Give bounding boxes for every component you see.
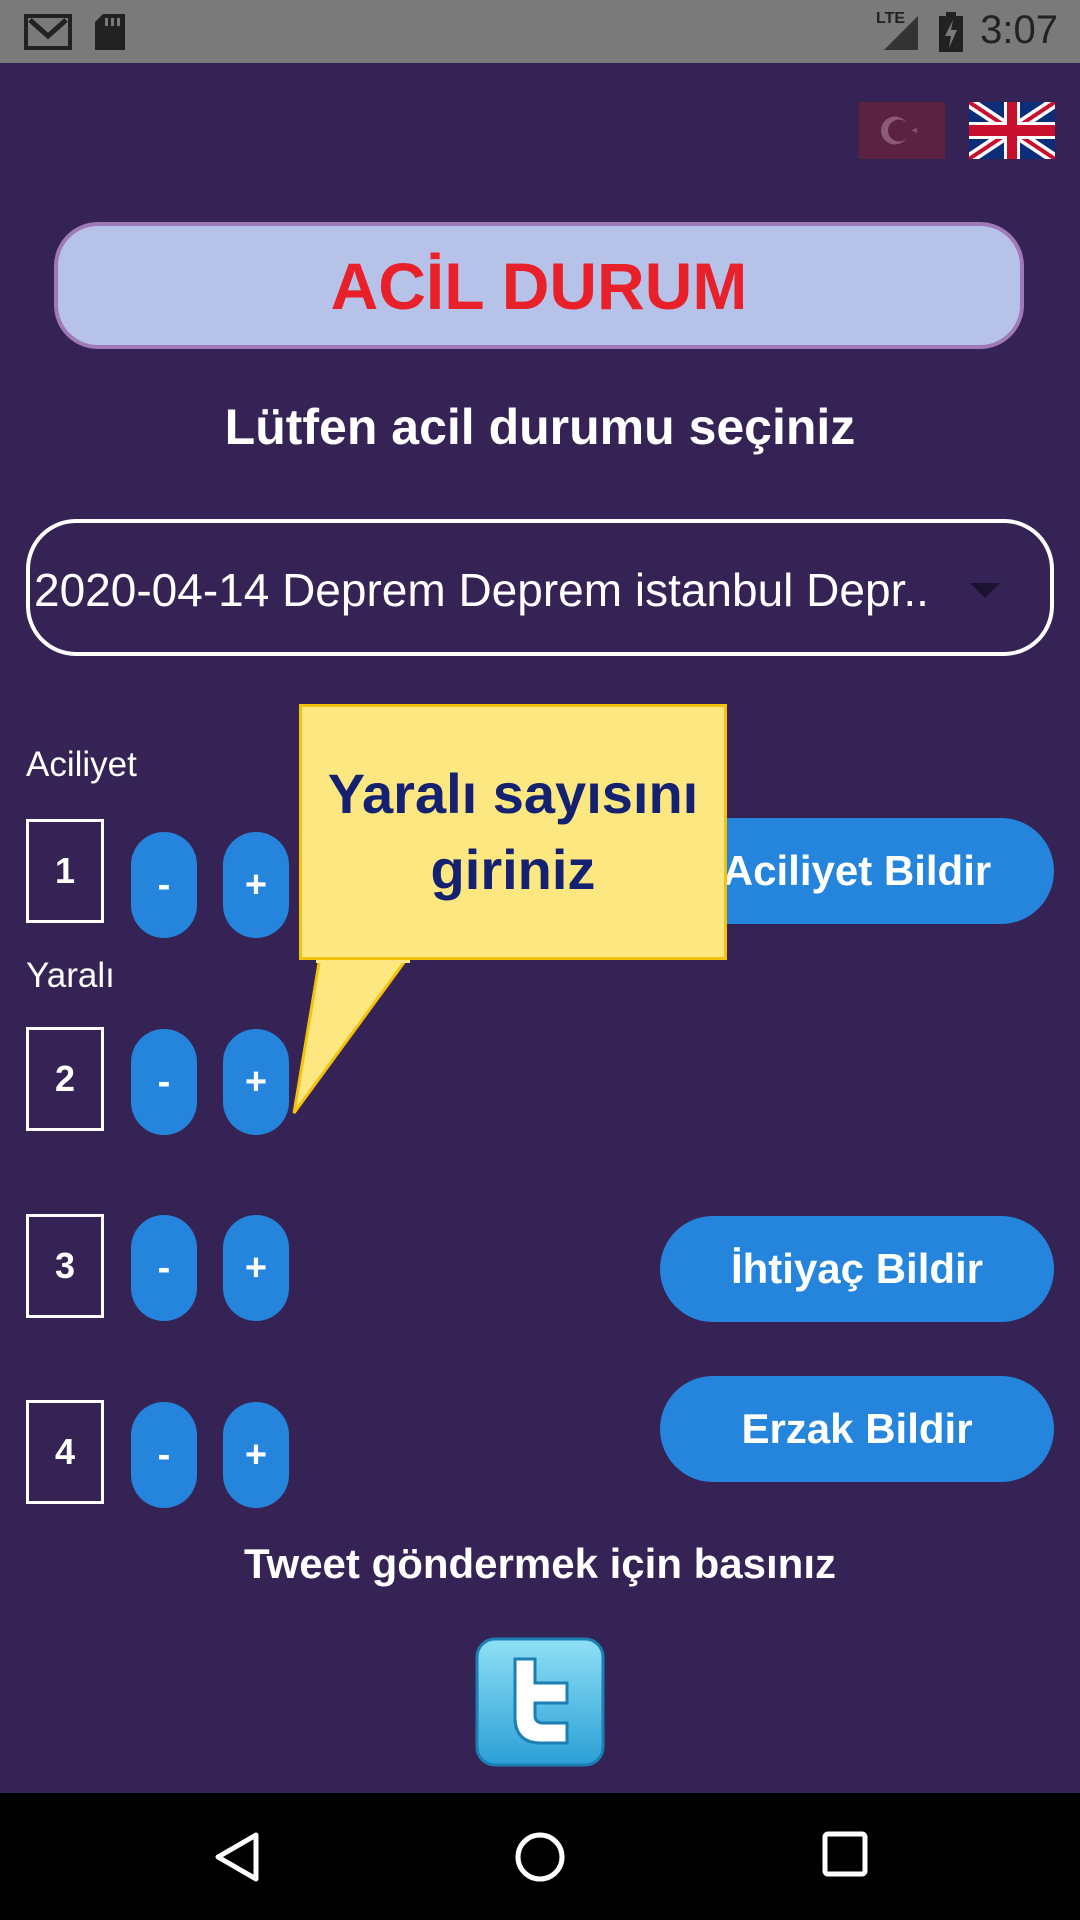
erzak-value[interactable]: 4 — [26, 1400, 104, 1504]
chevron-down-icon — [970, 583, 1000, 598]
home-icon[interactable] — [514, 1831, 566, 1883]
header-title: ACİL DURUM — [330, 248, 748, 323]
recents-icon[interactable] — [822, 1831, 868, 1877]
battery-icon — [939, 12, 963, 52]
erzak-report-button[interactable]: Erzak Bildir — [660, 1376, 1054, 1482]
tooltip-pointer — [292, 957, 410, 1114]
back-icon[interactable] — [212, 1831, 260, 1883]
injured-count-tooltip: Yaralı sayısını giriniz — [299, 704, 727, 960]
sd-card-icon — [95, 14, 125, 50]
signal-icon — [884, 16, 918, 50]
aciliyet-value[interactable]: 1 — [26, 819, 104, 923]
dropdown-selected-value: 2020-04-14 Deprem Deprem istanbul Depr.. — [34, 564, 929, 616]
ihtiyac-plus-button[interactable]: + — [223, 1215, 289, 1321]
yarali-plus-button[interactable]: + — [223, 1029, 289, 1135]
erzak-plus-button[interactable]: + — [223, 1402, 289, 1508]
aciliyet-plus-button[interactable]: + — [223, 832, 289, 938]
ihtiyac-report-button[interactable]: İhtiyaç Bildir — [660, 1216, 1054, 1322]
ihtiyac-minus-button[interactable]: - — [131, 1215, 197, 1321]
yarali-minus-button[interactable]: - — [131, 1029, 197, 1135]
aciliyet-label: Aciliyet — [26, 745, 137, 784]
main-content: ACİL DURUM Lütfen acil durumu seçiniz 20… — [0, 63, 1080, 1793]
uk-flag-icon[interactable] — [965, 97, 1059, 164]
tooltip-line2: giriniz — [430, 838, 596, 901]
emergency-header: ACİL DURUM — [54, 222, 1024, 349]
status-bar: LTE 3:07 — [0, 0, 1080, 63]
clock: 3:07 — [980, 8, 1058, 52]
twitter-icon[interactable] — [475, 1637, 605, 1767]
yarali-value[interactable]: 2 — [26, 1027, 104, 1131]
aciliyet-minus-button[interactable]: - — [131, 832, 197, 938]
tooltip-line1: Yaralı sayısını — [327, 762, 699, 825]
ihtiyac-value[interactable]: 3 — [26, 1214, 104, 1318]
gmail-icon — [24, 14, 72, 50]
emergency-dropdown[interactable]: 2020-04-14 Deprem Deprem istanbul Depr.. — [26, 519, 1054, 656]
turkey-flag-icon[interactable] — [859, 102, 945, 159]
select-emergency-prompt: Lütfen acil durumu seçiniz — [224, 399, 856, 455]
navigation-bar — [0, 1793, 1080, 1920]
tweet-prompt: Tweet göndermek için basınız — [243, 1540, 837, 1587]
erzak-minus-button[interactable]: - — [131, 1402, 197, 1508]
yarali-label: Yaralı — [26, 956, 115, 995]
